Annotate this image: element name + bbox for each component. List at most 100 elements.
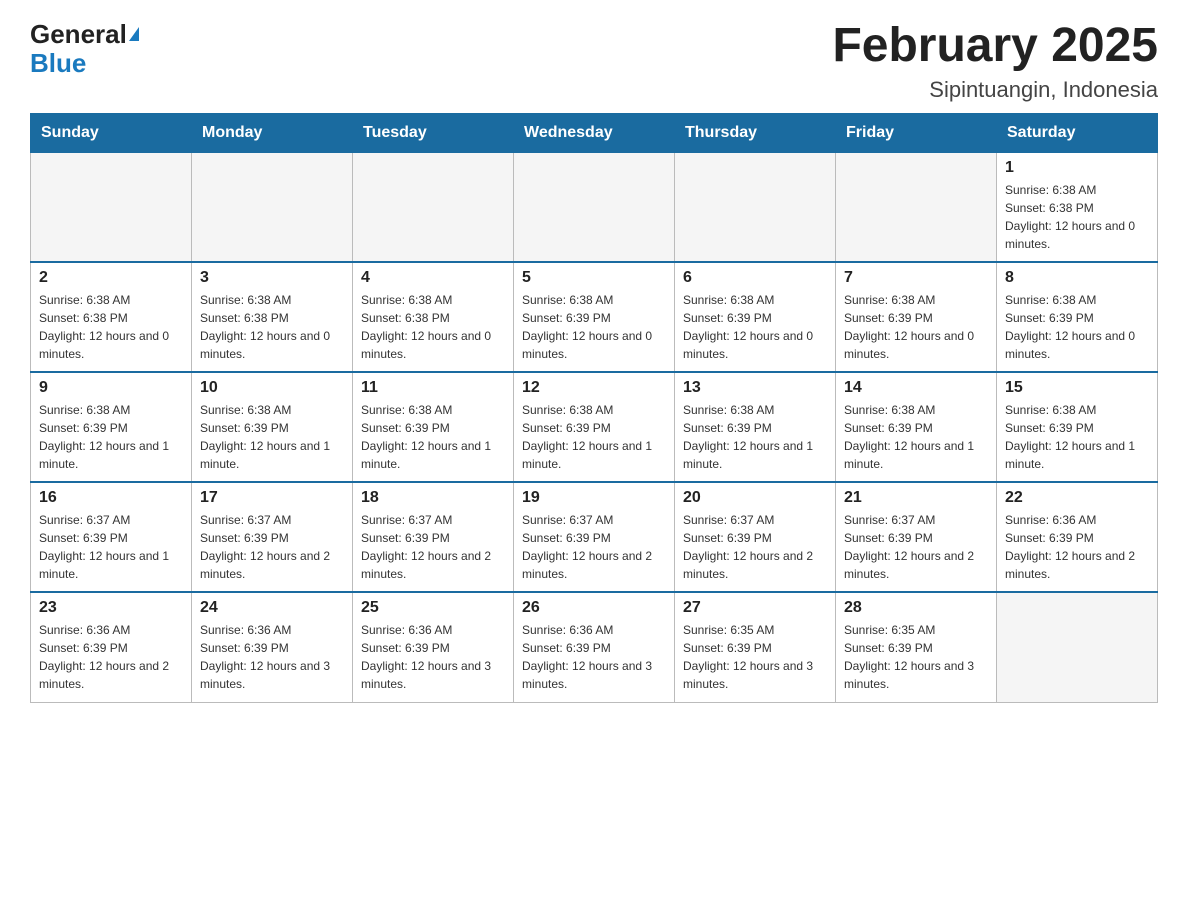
day-info: Sunrise: 6:35 AMSunset: 6:39 PMDaylight:… (683, 621, 827, 693)
day-number: 6 (683, 269, 827, 287)
calendar-cell (31, 152, 192, 262)
day-number: 9 (39, 379, 183, 397)
day-info: Sunrise: 6:38 AMSunset: 6:39 PMDaylight:… (200, 401, 344, 473)
page-header: General Blue February 2025 Sipintuangin,… (30, 20, 1158, 103)
day-number: 22 (1005, 489, 1149, 507)
calendar-cell: 22 Sunrise: 6:36 AMSunset: 6:39 PMDayligh… (997, 482, 1158, 592)
day-number: 18 (361, 489, 505, 507)
day-number: 17 (200, 489, 344, 507)
calendar-cell: 21 Sunrise: 6:37 AMSunset: 6:39 PMDayligh… (836, 482, 997, 592)
calendar-cell (353, 152, 514, 262)
calendar-cell: 24Sunrise: 6:36 AMSunset: 6:39 PMDayligh… (192, 592, 353, 702)
day-info: Sunrise: 6:38 AMSunset: 6:38 PMDaylight:… (1005, 181, 1149, 253)
day-info: Sunrise: 6:38 AMSunset: 6:38 PMDaylight:… (39, 291, 183, 363)
day-number: 23 (39, 599, 183, 617)
day-number: 12 (522, 379, 666, 397)
calendar-cell: 9 Sunrise: 6:38 AMSunset: 6:39 PMDaylight… (31, 372, 192, 482)
day-info: Sunrise: 6:37 AMSunset: 6:39 PMDaylight:… (683, 511, 827, 583)
day-info: Sunrise: 6:37 AMSunset: 6:39 PMDaylight:… (200, 511, 344, 583)
calendar-cell (836, 152, 997, 262)
calendar-cell: 17 Sunrise: 6:37 AMSunset: 6:39 PMDayligh… (192, 482, 353, 592)
day-info: Sunrise: 6:38 AMSunset: 6:39 PMDaylight:… (683, 401, 827, 473)
calendar-row-0: 1Sunrise: 6:38 AMSunset: 6:38 PMDaylight… (31, 152, 1158, 262)
calendar-cell: 15 Sunrise: 6:38 AMSunset: 6:39 PMDayligh… (997, 372, 1158, 482)
calendar-cell: 27 Sunrise: 6:35 AMSunset: 6:39 PMDayligh… (675, 592, 836, 702)
calendar-cell: 2 Sunrise: 6:38 AMSunset: 6:38 PMDaylight… (31, 262, 192, 372)
weekday-header-friday: Friday (836, 113, 997, 152)
calendar-cell: 4 Sunrise: 6:38 AMSunset: 6:38 PMDaylight… (353, 262, 514, 372)
day-number: 19 (522, 489, 666, 507)
weekday-header-wednesday: Wednesday (514, 113, 675, 152)
day-number: 28 (844, 599, 988, 617)
logo: General Blue (30, 20, 139, 77)
day-info: Sunrise: 6:38 AMSunset: 6:38 PMDaylight:… (361, 291, 505, 363)
title-area: February 2025 Sipintuangin, Indonesia (832, 20, 1158, 103)
calendar-cell: 6 Sunrise: 6:38 AMSunset: 6:39 PMDaylight… (675, 262, 836, 372)
calendar-row-3: 16 Sunrise: 6:37 AMSunset: 6:39 PMDayligh… (31, 482, 1158, 592)
day-info: Sunrise: 6:38 AMSunset: 6:39 PMDaylight:… (1005, 291, 1149, 363)
day-number: 27 (683, 599, 827, 617)
calendar-cell: 20 Sunrise: 6:37 AMSunset: 6:39 PMDayligh… (675, 482, 836, 592)
calendar-cell: 23 Sunrise: 6:36 AMSunset: 6:39 PMDayligh… (31, 592, 192, 702)
day-info: Sunrise: 6:37 AMSunset: 6:39 PMDaylight:… (39, 511, 183, 583)
calendar-cell: 7 Sunrise: 6:38 AMSunset: 6:39 PMDaylight… (836, 262, 997, 372)
calendar-cell (514, 152, 675, 262)
calendar-cell: 10 Sunrise: 6:38 AMSunset: 6:39 PMDayligh… (192, 372, 353, 482)
weekday-header-row: SundayMondayTuesdayWednesdayThursdayFrid… (31, 113, 1158, 152)
calendar-cell: 8 Sunrise: 6:38 AMSunset: 6:39 PMDaylight… (997, 262, 1158, 372)
day-info: Sunrise: 6:38 AMSunset: 6:39 PMDaylight:… (522, 401, 666, 473)
day-info: Sunrise: 6:35 AMSunset: 6:39 PMDaylight:… (844, 621, 988, 693)
day-number: 4 (361, 269, 505, 287)
month-title: February 2025 (832, 20, 1158, 73)
day-number: 24 (200, 599, 344, 617)
calendar-cell: 26 Sunrise: 6:36 AMSunset: 6:39 PMDayligh… (514, 592, 675, 702)
calendar-row-1: 2 Sunrise: 6:38 AMSunset: 6:38 PMDaylight… (31, 262, 1158, 372)
day-number: 14 (844, 379, 988, 397)
calendar-cell: 11Sunrise: 6:38 AMSunset: 6:39 PMDayligh… (353, 372, 514, 482)
logo-triangle-icon (129, 27, 139, 41)
weekday-header-saturday: Saturday (997, 113, 1158, 152)
day-info: Sunrise: 6:38 AMSunset: 6:38 PMDaylight:… (200, 291, 344, 363)
location-title: Sipintuangin, Indonesia (832, 77, 1158, 103)
calendar-cell: 16 Sunrise: 6:37 AMSunset: 6:39 PMDayligh… (31, 482, 192, 592)
day-info: Sunrise: 6:38 AMSunset: 6:39 PMDaylight:… (683, 291, 827, 363)
calendar-cell: 13Sunrise: 6:38 AMSunset: 6:39 PMDayligh… (675, 372, 836, 482)
calendar-cell: 18 Sunrise: 6:37 AMSunset: 6:39 PMDayligh… (353, 482, 514, 592)
day-info: Sunrise: 6:38 AMSunset: 6:39 PMDaylight:… (844, 291, 988, 363)
day-number: 15 (1005, 379, 1149, 397)
day-info: Sunrise: 6:38 AMSunset: 6:39 PMDaylight:… (361, 401, 505, 473)
calendar-cell: 19 Sunrise: 6:37 AMSunset: 6:39 PMDayligh… (514, 482, 675, 592)
calendar-row-2: 9 Sunrise: 6:38 AMSunset: 6:39 PMDaylight… (31, 372, 1158, 482)
day-number: 25 (361, 599, 505, 617)
day-info: Sunrise: 6:38 AMSunset: 6:39 PMDaylight:… (39, 401, 183, 473)
calendar-cell: 25Sunrise: 6:36 AMSunset: 6:39 PMDayligh… (353, 592, 514, 702)
day-number: 2 (39, 269, 183, 287)
calendar-cell: 3 Sunrise: 6:38 AMSunset: 6:38 PMDaylight… (192, 262, 353, 372)
day-info: Sunrise: 6:37 AMSunset: 6:39 PMDaylight:… (361, 511, 505, 583)
calendar-cell: 14Sunrise: 6:38 AMSunset: 6:39 PMDayligh… (836, 372, 997, 482)
calendar-cell (675, 152, 836, 262)
calendar-cell: 5Sunrise: 6:38 AMSunset: 6:39 PMDaylight… (514, 262, 675, 372)
day-info: Sunrise: 6:38 AMSunset: 6:39 PMDaylight:… (1005, 401, 1149, 473)
day-info: Sunrise: 6:36 AMSunset: 6:39 PMDaylight:… (39, 621, 183, 693)
day-info: Sunrise: 6:37 AMSunset: 6:39 PMDaylight:… (844, 511, 988, 583)
day-number: 21 (844, 489, 988, 507)
logo-blue-text: Blue (30, 49, 86, 78)
weekday-header-tuesday: Tuesday (353, 113, 514, 152)
day-info: Sunrise: 6:36 AMSunset: 6:39 PMDaylight:… (1005, 511, 1149, 583)
calendar-row-4: 23 Sunrise: 6:36 AMSunset: 6:39 PMDayligh… (31, 592, 1158, 702)
day-number: 7 (844, 269, 988, 287)
calendar-cell (997, 592, 1158, 702)
calendar-cell: 12 Sunrise: 6:38 AMSunset: 6:39 PMDayligh… (514, 372, 675, 482)
day-info: Sunrise: 6:36 AMSunset: 6:39 PMDaylight:… (522, 621, 666, 693)
weekday-header-monday: Monday (192, 113, 353, 152)
day-number: 8 (1005, 269, 1149, 287)
day-number: 20 (683, 489, 827, 507)
logo-general-text: General (30, 20, 127, 49)
day-number: 26 (522, 599, 666, 617)
day-info: Sunrise: 6:37 AMSunset: 6:39 PMDaylight:… (522, 511, 666, 583)
day-number: 10 (200, 379, 344, 397)
calendar-cell: 28 Sunrise: 6:35 AMSunset: 6:39 PMDayligh… (836, 592, 997, 702)
day-number: 3 (200, 269, 344, 287)
day-number: 16 (39, 489, 183, 507)
